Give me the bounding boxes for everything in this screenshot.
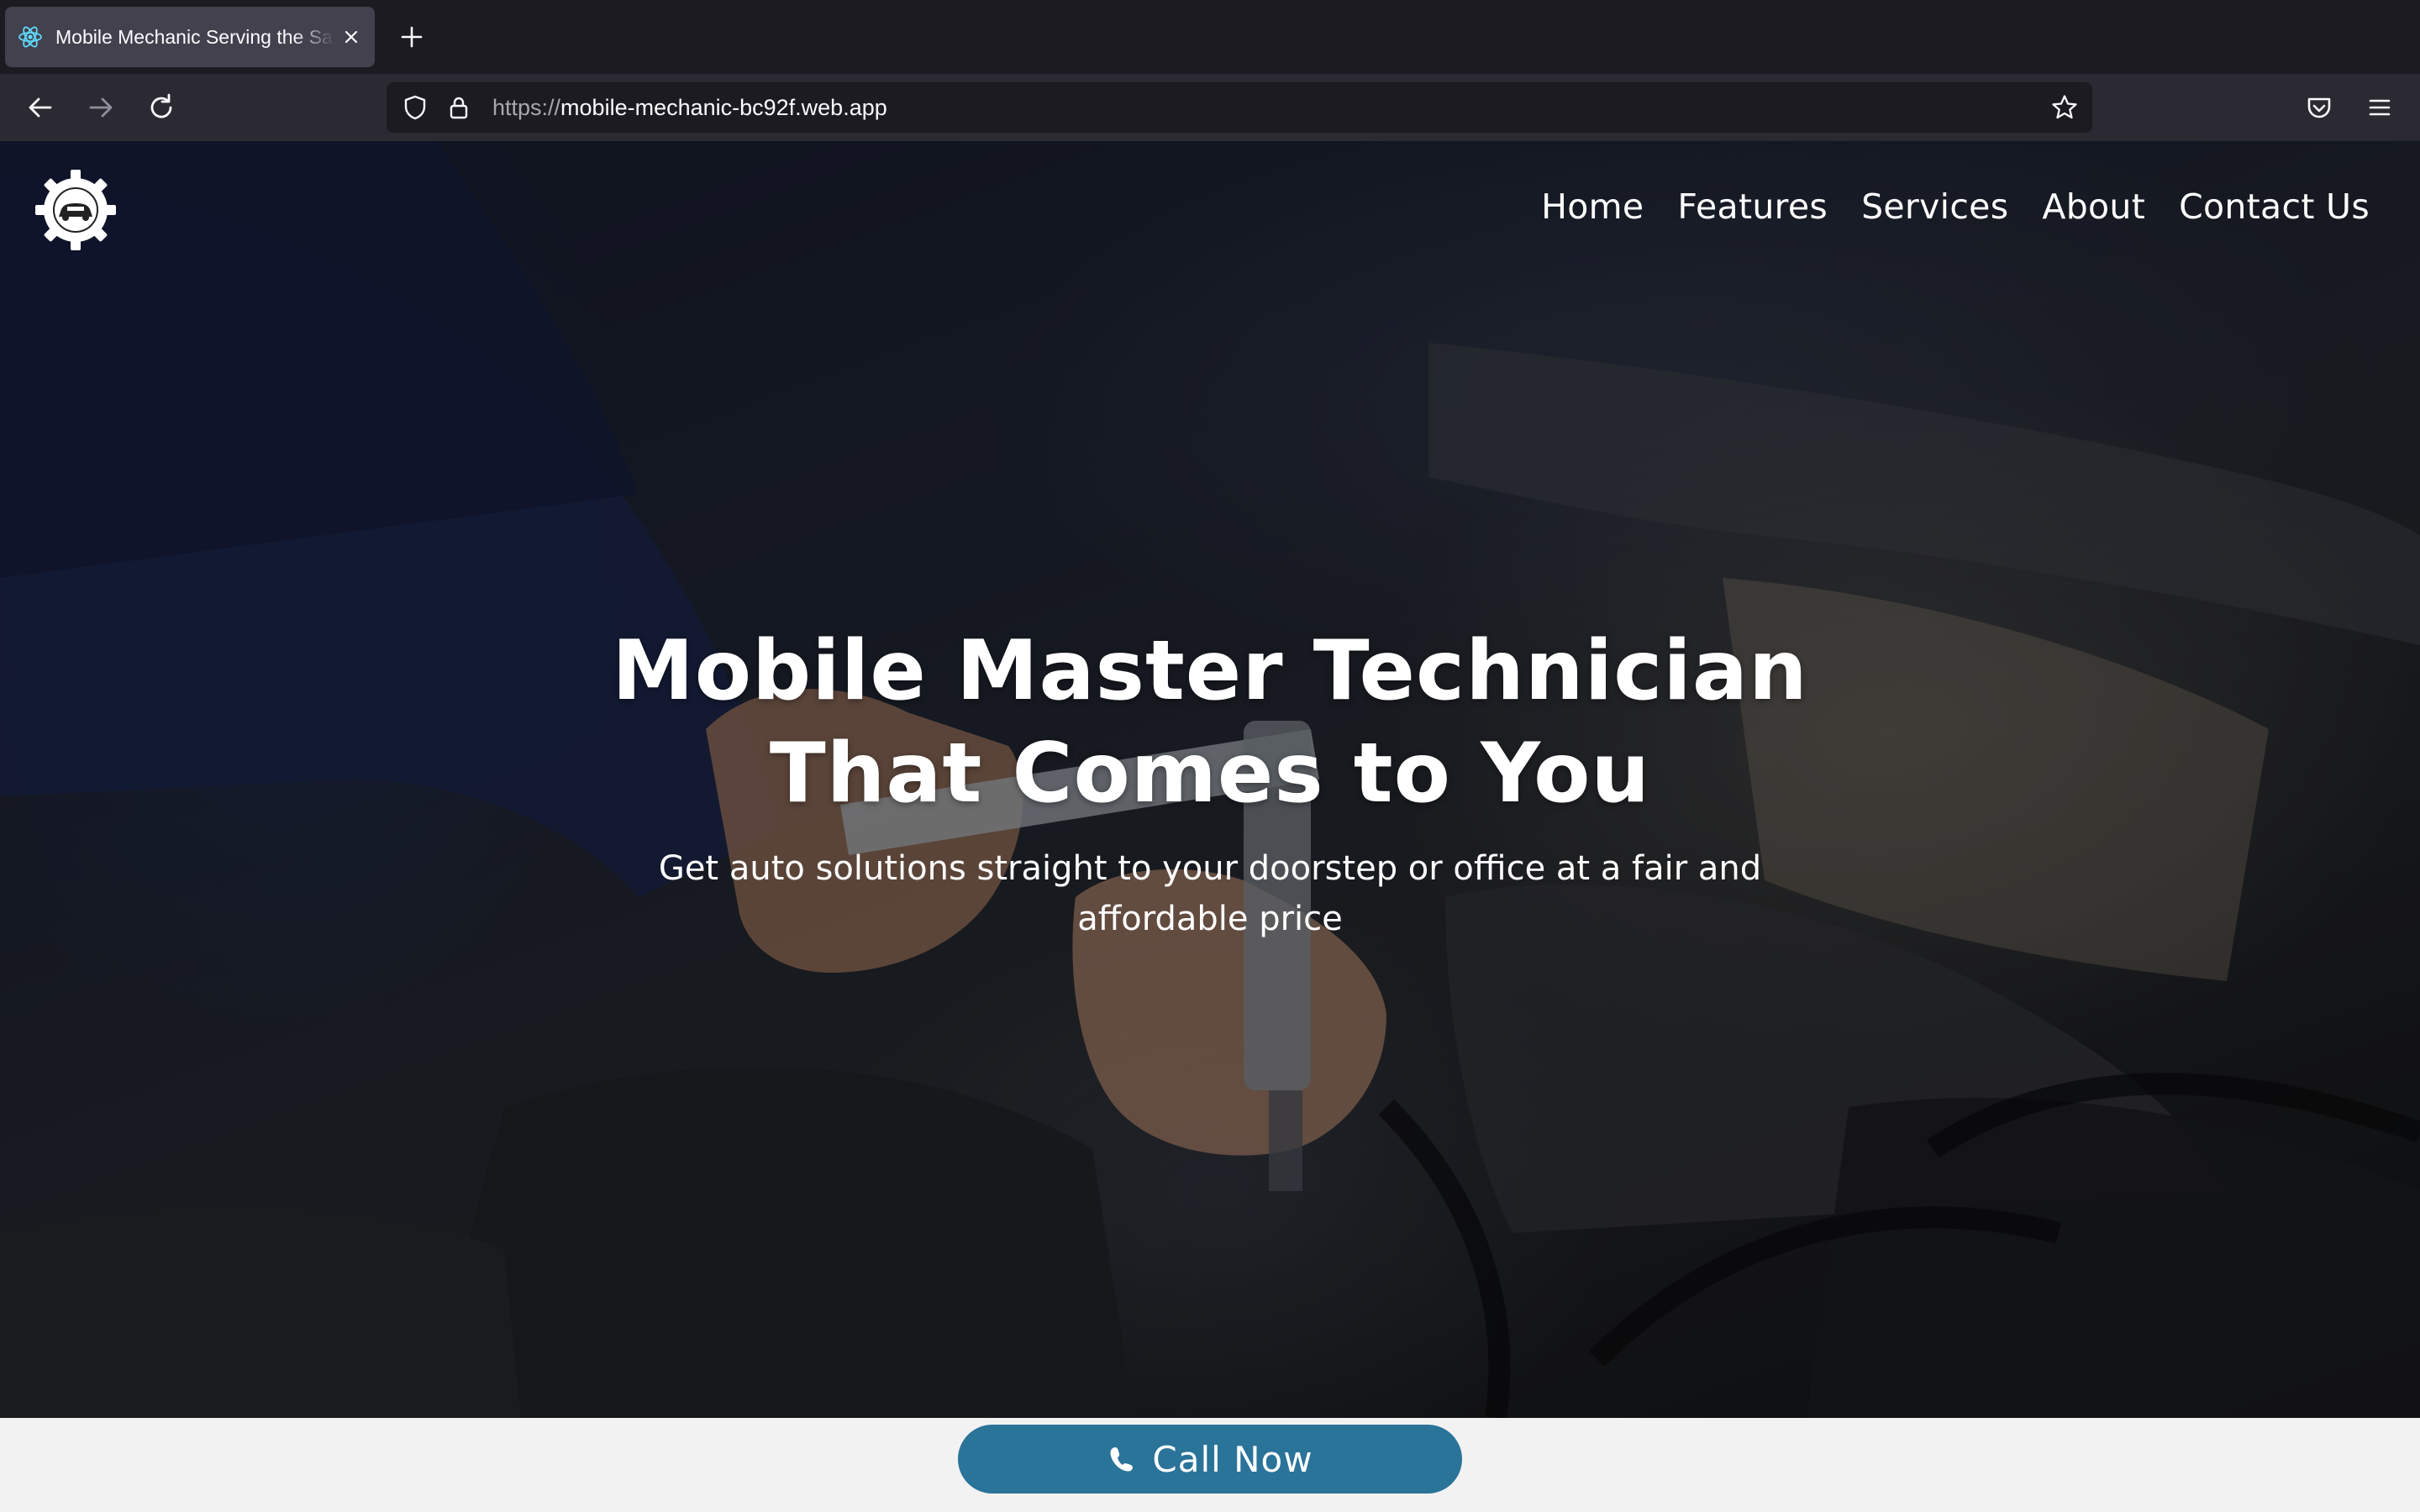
browser-toolbar: https://mobile-mechanic-bc92f.web.app [0,74,2420,141]
address-bar[interactable]: https://mobile-mechanic-bc92f.web.app [387,82,2092,133]
hero-title-line-1: Mobile Master Technician [612,623,1808,719]
url-protocol: https:// [492,95,561,120]
browser-tab-strip: Mobile Mechanic Serving the Sa [0,0,2420,74]
hero-content: Mobile Master Technician That Comes to Y… [580,620,1840,944]
arrow-left-icon[interactable] [24,91,57,124]
phone-icon [1110,1447,1134,1472]
nav-link-about[interactable]: About [2042,186,2145,227]
pocket-icon[interactable] [2302,91,2336,124]
star-icon[interactable] [2050,93,2079,122]
call-now-button[interactable]: Call Now [958,1425,1462,1494]
browser-tab-active[interactable]: Mobile Mechanic Serving the Sa [5,7,375,67]
hero-title: Mobile Master Technician That Comes to Y… [580,620,1840,825]
shield-icon[interactable] [402,94,429,121]
tab-title: Mobile Mechanic Serving the Sa [55,25,333,48]
hero-section: Home Features Services About Contact Us … [0,141,2420,1418]
url-host: mobile-mechanic-bc92f.web.app [560,95,887,120]
page-viewport: Home Features Services About Contact Us … [0,141,2420,1512]
nav-link-services[interactable]: Services [1861,186,2008,227]
call-now-bar: Call Now [0,1418,2420,1512]
arrow-right-icon[interactable] [84,91,118,124]
new-tab-plus-icon[interactable] [397,22,427,52]
hero-subtitle: Get auto solutions straight to your door… [658,849,1762,938]
hamburger-menu-icon[interactable] [2363,91,2396,124]
nav-link-features[interactable]: Features [1677,186,1828,227]
hero-title-line-2: That Comes to You [769,726,1651,822]
gear-logo-icon[interactable] [34,168,118,252]
call-now-label: Call Now [1152,1438,1313,1480]
site-navigation: Home Features Services About Contact Us [1541,186,2370,227]
react-atom-icon [18,26,42,48]
lock-icon[interactable] [445,94,472,121]
close-icon[interactable] [339,25,363,49]
reload-icon[interactable] [145,91,178,124]
url-text[interactable]: https://mobile-mechanic-bc92f.web.app [492,82,887,133]
nav-link-home[interactable]: Home [1541,186,1644,227]
nav-link-contact-us[interactable]: Contact Us [2179,186,2370,227]
